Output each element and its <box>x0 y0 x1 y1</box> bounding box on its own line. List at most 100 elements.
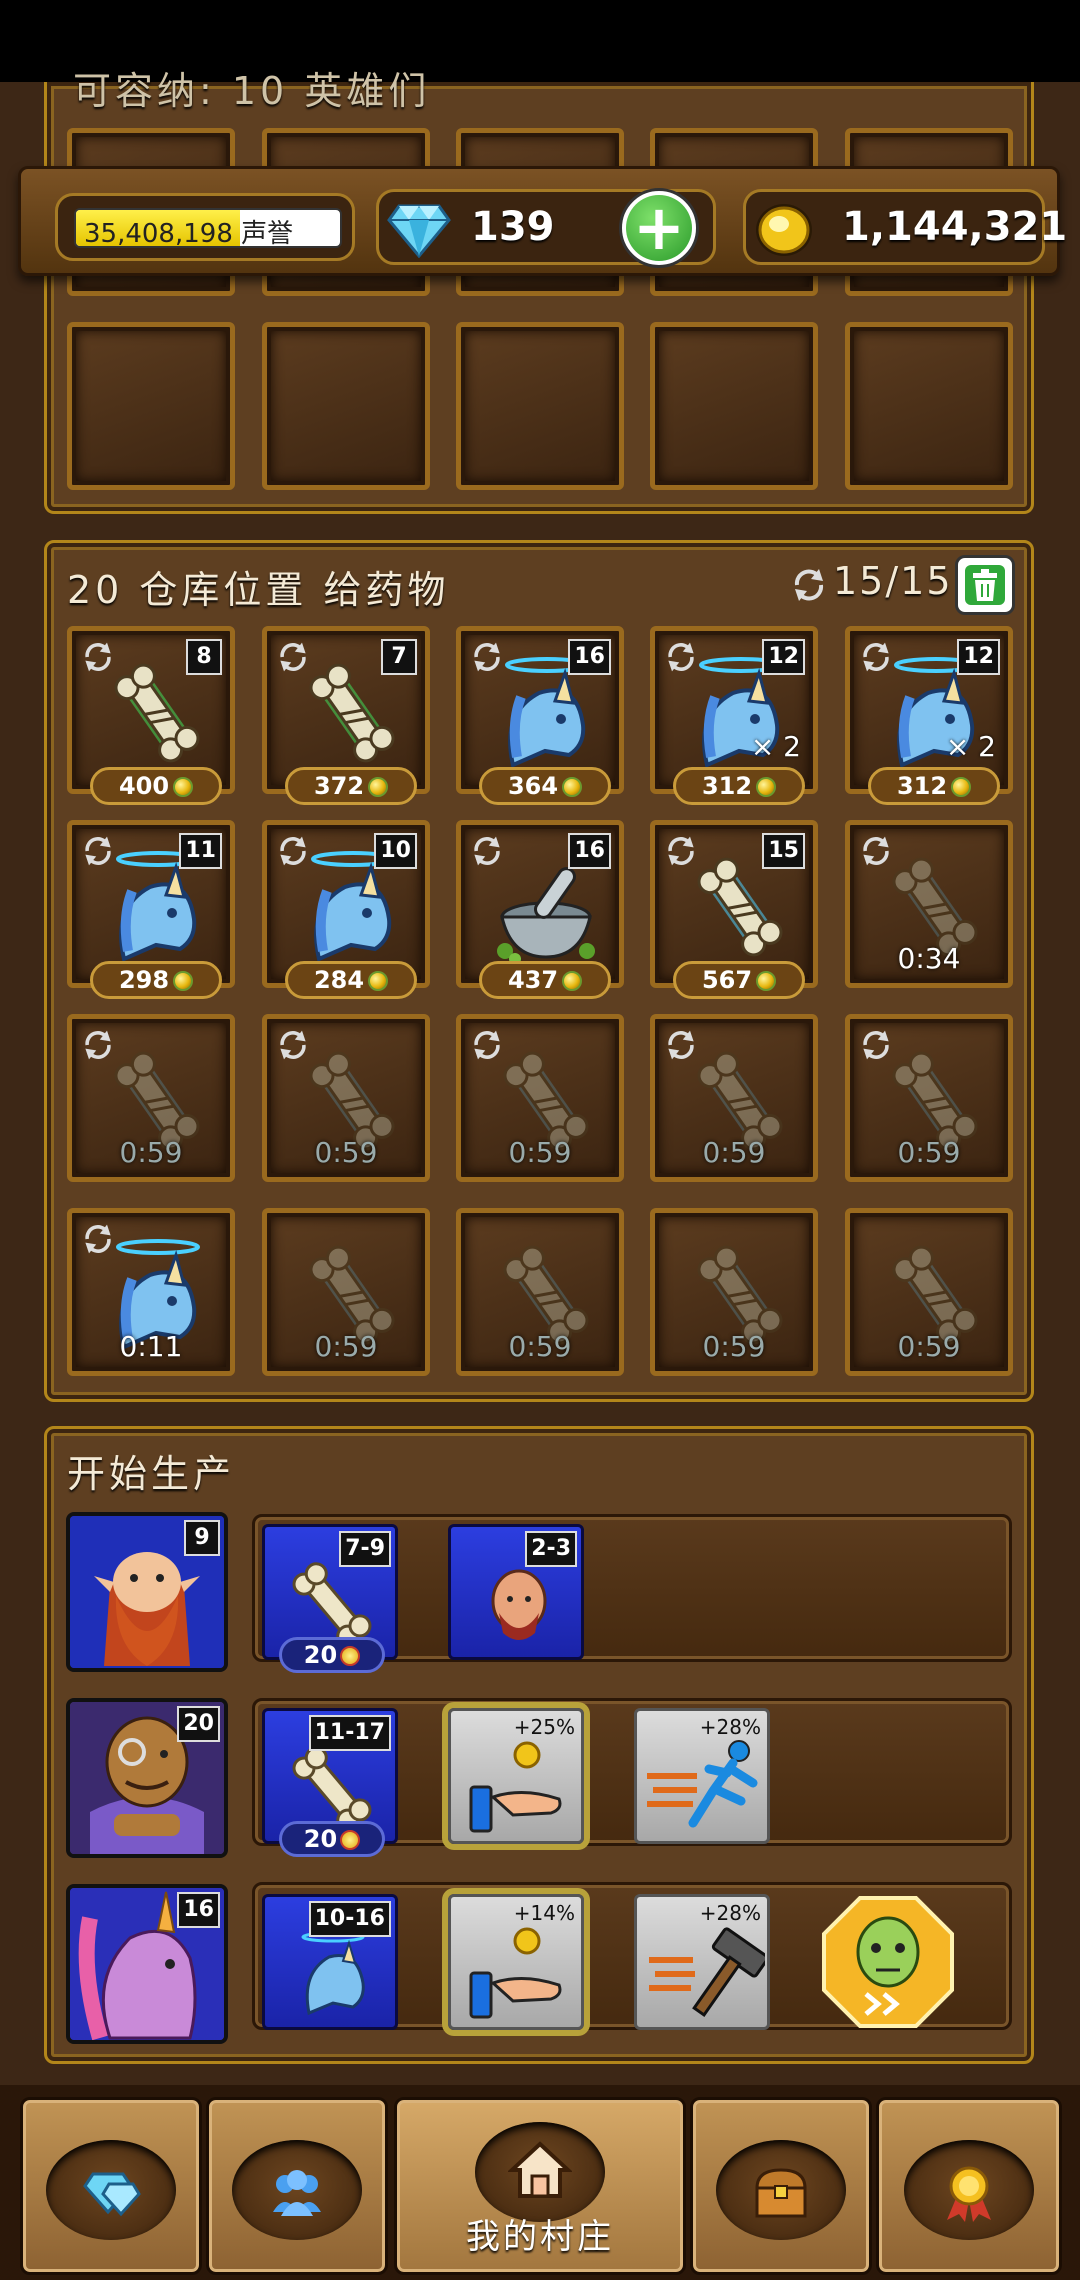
trash-icon <box>965 565 1005 605</box>
storage-capacity: 15/15 <box>833 559 953 603</box>
hero-slot[interactable] <box>456 322 624 490</box>
coin-icon <box>340 1830 361 1850</box>
hammer-icon <box>649 1927 765 2017</box>
recipe-bone-card[interactable]: 7-9 20 <box>262 1524 398 1673</box>
storage-slot[interactable]: 15 567 <box>650 820 818 999</box>
recipe-cost: 20 <box>279 1821 385 1857</box>
item-timer: 0:59 <box>314 1136 378 1169</box>
item-price: 312 <box>868 767 1000 805</box>
storage-slot[interactable]: 0:59 <box>262 1208 430 1376</box>
storage-slot[interactable]: 0:59 <box>650 1208 818 1376</box>
resource-bar: 35,408,198 声誉 139 + 1,144,321 <box>18 166 1067 276</box>
item-timer: 0:59 <box>508 1330 572 1363</box>
recipe-bone-card[interactable]: 11-17 20 <box>262 1708 398 1857</box>
hand-coin-icon <box>469 1741 562 1833</box>
hero-level-badge: 16 <box>177 1892 220 1928</box>
recipe-cost: 20 <box>279 1637 385 1673</box>
item-timer: 0:59 <box>119 1136 183 1169</box>
coin-icon <box>756 777 777 797</box>
zombie-skip-badge[interactable] <box>820 1894 956 2030</box>
coin-icon <box>368 971 389 991</box>
storage-slot[interactable]: 0:59 <box>456 1208 624 1376</box>
storage-slot[interactable]: 0:59 <box>262 1014 430 1182</box>
price-boost-card[interactable]: +25% <box>448 1708 584 1844</box>
item-timer: 0:11 <box>119 1330 183 1363</box>
unicorn-head-icon <box>301 1933 365 2016</box>
item-level-badge: 12 <box>957 639 1000 675</box>
storage-slot[interactable]: 0:11 <box>67 1208 235 1376</box>
running-man-icon <box>647 1740 758 1828</box>
storage-slot[interactable]: 0:59 <box>845 1208 1013 1376</box>
diamond-icon <box>387 204 451 258</box>
storage-slot[interactable]: 0:34 <box>845 820 1013 988</box>
item-price: 312 <box>673 767 805 805</box>
storage-slot[interactable]: 12 × 2 312 <box>845 626 1013 805</box>
item-level-badge: 11 <box>179 833 222 869</box>
item-level-badge: 15 <box>762 833 805 869</box>
storage-slot[interactable]: 0:59 <box>456 1014 624 1182</box>
hammer-boost-card[interactable]: +28% <box>634 1894 770 2030</box>
item-multiplier: × 2 <box>945 730 996 763</box>
hero-slot[interactable] <box>845 322 1013 490</box>
hand-coin-icon <box>469 1927 562 2019</box>
coin-icon <box>368 777 389 797</box>
storage-slot[interactable]: 11 298 <box>67 820 235 999</box>
bald-head-icon <box>491 1569 547 1640</box>
recipe-level-badge: 2-3 <box>525 1531 577 1567</box>
reputation-bar: 35,408,198 声誉 <box>74 208 342 248</box>
boost-percent: +14% <box>513 1901 575 1925</box>
reputation-pill: 35,408,198 声誉 <box>55 193 355 261</box>
storage-slot[interactable]: 16 364 <box>456 626 624 805</box>
item-timer: 0:59 <box>702 1330 766 1363</box>
item-price: 284 <box>285 961 417 999</box>
coin-icon <box>173 971 194 991</box>
gems-icon <box>83 2172 141 2217</box>
item-level-badge: 16 <box>568 833 611 869</box>
coin-icon <box>562 777 583 797</box>
speed-boost-card[interactable]: +28% <box>634 1708 770 1844</box>
storage-slot[interactable]: 0:59 <box>845 1014 1013 1182</box>
price-boost-card[interactable]: +14% <box>448 1894 584 2030</box>
heroes-icon <box>273 2170 321 2216</box>
item-timer: 0:59 <box>702 1136 766 1169</box>
boost-percent: +25% <box>513 1715 575 1739</box>
storage-slot[interactable]: 7 372 <box>262 626 430 805</box>
hero-slot[interactable] <box>650 322 818 490</box>
coin-icon <box>756 204 812 256</box>
gems-pill[interactable]: 139 + <box>376 188 716 268</box>
item-level-badge: 8 <box>186 639 222 675</box>
coin-icon <box>756 971 777 991</box>
coin-icon <box>340 1646 361 1666</box>
hero-capacity-title: 可容纳: 10 英雄们 <box>73 69 431 113</box>
gems-count: 139 <box>471 204 555 250</box>
nav-tab-village[interactable]: 我的村庄 <box>394 2097 686 2275</box>
hero-level-badge: 9 <box>184 1520 220 1556</box>
merchant-portrait[interactable]: 20 <box>66 1698 228 1858</box>
storage-slot[interactable]: 16 437 <box>456 820 624 999</box>
storage-slot[interactable]: 12 × 2 312 <box>650 626 818 805</box>
nav-tab-awards[interactable] <box>876 2097 1062 2275</box>
refresh-icon[interactable] <box>789 565 829 605</box>
item-level-badge: 16 <box>568 639 611 675</box>
zombie-head-icon <box>822 1896 954 2028</box>
recipe-unicorn-card[interactable]: 10-16 <box>262 1894 398 2030</box>
storage-slot[interactable]: 0:59 <box>67 1014 235 1182</box>
recipe-head-card[interactable]: 2-3 <box>448 1524 584 1660</box>
hero-slot[interactable] <box>67 322 235 490</box>
item-price: 567 <box>673 961 805 999</box>
trash-button[interactable] <box>955 555 1015 615</box>
item-multiplier: × 2 <box>750 730 801 763</box>
dwarf-portrait[interactable]: 9 <box>66 1512 228 1672</box>
nav-tab-heroes[interactable] <box>206 2097 388 2275</box>
nav-tab-gems[interactable] <box>20 2097 202 2275</box>
nav-tab-treasure[interactable] <box>690 2097 872 2275</box>
storage-slot[interactable]: 10 284 <box>262 820 430 999</box>
item-timer: 0:34 <box>897 942 961 975</box>
recipe-level-badge: 7-9 <box>339 1531 391 1567</box>
hero-slot[interactable] <box>262 322 430 490</box>
add-gems-button[interactable]: + <box>619 188 699 268</box>
item-level-badge: 12 <box>762 639 805 675</box>
unicorn-portrait[interactable]: 16 <box>66 1884 228 2044</box>
storage-slot[interactable]: 8 400 <box>67 626 235 805</box>
storage-slot[interactable]: 0:59 <box>650 1014 818 1182</box>
